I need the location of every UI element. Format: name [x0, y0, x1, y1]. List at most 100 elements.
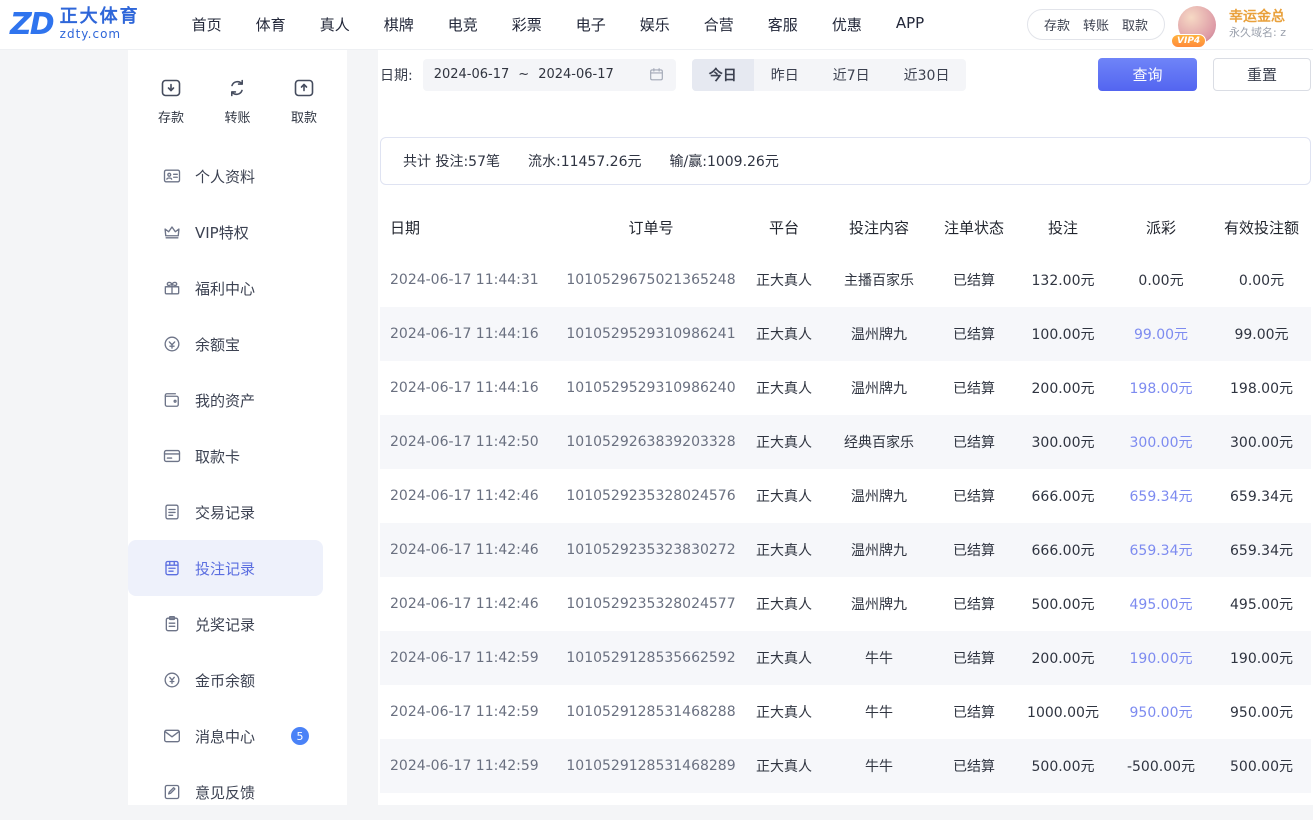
- wallet-link[interactable]: 转账: [1083, 15, 1109, 34]
- cell-date: 2024-06-17 11:42:59: [380, 650, 560, 666]
- search-button[interactable]: 查询: [1098, 58, 1197, 91]
- cell-order-number: 1010529128535662592: [560, 650, 742, 666]
- withdraw-icon: [292, 76, 316, 100]
- sidebar-menu-item[interactable]: 消息中心 5: [128, 708, 323, 764]
- cell-order-number: 1010529235328024576: [560, 488, 742, 504]
- menu-item-label: 消息中心: [195, 726, 255, 747]
- sidebar-menu-item[interactable]: VIP特权: [128, 204, 323, 260]
- list-icon: [162, 558, 182, 578]
- nav-item[interactable]: 电子: [576, 14, 606, 35]
- date-range-input[interactable]: 2024-06-17 ~ 2024-06-17: [423, 59, 676, 91]
- brand-name: 正大体育: [60, 7, 140, 28]
- cell-platform: 正大真人: [742, 594, 826, 614]
- cell-bet-content: 主播百家乐: [826, 270, 932, 290]
- cell-status: 已结算: [932, 702, 1016, 722]
- cell-date: 2024-06-17 11:42:59: [380, 758, 560, 774]
- date-range-button[interactable]: 近30日: [887, 59, 967, 91]
- vip-level-badge: VIP4: [1171, 34, 1206, 48]
- menu-item-label: 交易记录: [195, 502, 255, 523]
- nav-item[interactable]: 真人: [320, 14, 350, 35]
- coin-stack-icon: [162, 334, 182, 354]
- sidebar-menu: 个人资料 VIP特权 福利中心 余额宝 我的资产 取款卡 交易记录 投注记录: [128, 148, 347, 820]
- cell-bet-content: 温州牌九: [826, 324, 932, 344]
- sidebar-menu-item[interactable]: 投注记录: [128, 540, 323, 596]
- nav-item[interactable]: 首页: [192, 14, 222, 35]
- cell-date: 2024-06-17 11:44:31: [380, 272, 560, 288]
- cell-status: 已结算: [932, 594, 1016, 614]
- cell-order-number: 1010529235328024577: [560, 596, 742, 612]
- menu-item-label: 兑奖记录: [195, 614, 255, 635]
- nav-item[interactable]: APP: [896, 14, 924, 35]
- cell-bet-content: 温州牌九: [826, 378, 932, 398]
- nav-item[interactable]: 优惠: [832, 14, 862, 35]
- sidebar-quick-action[interactable]: 转账: [224, 76, 250, 126]
- cell-status: 已结算: [932, 756, 1016, 776]
- unread-count-badge: 5: [291, 727, 309, 745]
- date-filter-label: 日期:: [380, 65, 413, 85]
- quick-range-group: 今日 昨日 近7日 近30日: [692, 59, 967, 91]
- nav-item[interactable]: 合营: [704, 14, 734, 35]
- sidebar-menu-item[interactable]: 取款卡: [128, 428, 323, 484]
- nav-item[interactable]: 电竞: [448, 14, 478, 35]
- summary-stat: 共计 投注:57笔: [403, 151, 500, 171]
- cell-status: 已结算: [932, 378, 1016, 398]
- nav-item[interactable]: 娱乐: [640, 14, 670, 35]
- sidebar-menu-item[interactable]: 兑奖记录: [128, 596, 323, 652]
- sidebar-menu-item[interactable]: 福利中心: [128, 260, 323, 316]
- cell-bet-amount: 300.00元: [1016, 432, 1110, 452]
- sidebar-menu-item[interactable]: 金币余额: [128, 652, 323, 708]
- table-body: 2024-06-17 11:44:31 1010529675021365248 …: [380, 253, 1311, 793]
- cell-bet-content: 经典百家乐: [826, 432, 932, 452]
- table-header-cell: 投注内容: [826, 217, 932, 238]
- cell-order-number: 1010529675021365248: [560, 272, 742, 288]
- nav-item[interactable]: 客服: [768, 14, 798, 35]
- user-name[interactable]: 幸运金总: [1229, 8, 1299, 26]
- cell-platform: 正大真人: [742, 648, 826, 668]
- sidebar-menu-item[interactable]: 交易记录: [128, 484, 323, 540]
- date-range-button[interactable]: 近7日: [816, 59, 887, 91]
- date-range-button[interactable]: 今日: [692, 59, 754, 91]
- table-row: 2024-06-17 11:42:59 1010529128535662592 …: [380, 631, 1311, 685]
- sidebar-menu-item[interactable]: 我的资产: [128, 372, 323, 428]
- cell-date: 2024-06-17 11:42:50: [380, 434, 560, 450]
- gift-icon: [162, 278, 182, 298]
- reset-button[interactable]: 重置: [1213, 58, 1311, 91]
- sidebar-menu-item[interactable]: 意见反馈: [128, 764, 323, 820]
- menu-item-label: 投注记录: [195, 558, 255, 579]
- summary-stat: 流水:11457.26元: [528, 151, 642, 171]
- table-row: 2024-06-17 11:42:59 1010529128531468289 …: [380, 739, 1311, 793]
- wallet-link[interactable]: 存款: [1044, 15, 1070, 34]
- brand-logo[interactable]: ZD 正大体育 zdty.com: [10, 7, 140, 42]
- table-header-cell: 日期: [380, 217, 560, 238]
- cell-payout: 495.00元: [1110, 594, 1212, 614]
- wallet-link[interactable]: 取款: [1122, 15, 1148, 34]
- sidebar-quick-action[interactable]: 取款: [291, 76, 317, 126]
- quick-action-label: 取款: [291, 107, 317, 126]
- cell-bet-amount: 500.00元: [1016, 594, 1110, 614]
- cell-valid-bet: 198.00元: [1212, 378, 1311, 398]
- quick-action-label: 转账: [224, 107, 250, 126]
- cell-platform: 正大真人: [742, 270, 826, 290]
- cell-bet-amount: 666.00元: [1016, 486, 1110, 506]
- menu-item-label: 我的资产: [195, 390, 255, 411]
- cell-valid-bet: 950.00元: [1212, 702, 1311, 722]
- date-from-value: 2024-06-17: [434, 67, 510, 82]
- avatar[interactable]: VIP4: [1178, 6, 1216, 44]
- nav-item[interactable]: 棋牌: [384, 14, 414, 35]
- nav-item[interactable]: 彩票: [512, 14, 542, 35]
- table-header-cell: 订单号: [560, 217, 742, 238]
- sidebar-menu-item[interactable]: 个人资料: [128, 148, 323, 204]
- table-row: 2024-06-17 11:44:16 1010529529310986240 …: [380, 361, 1311, 415]
- nav-item[interactable]: 体育: [256, 14, 286, 35]
- logo-mark-icon: ZD: [10, 7, 53, 42]
- menu-item-label: 余额宝: [195, 334, 240, 355]
- brand-domain: zdty.com: [60, 28, 140, 42]
- totals-summary: 共计 投注:57笔 流水:11457.26元 输/赢:1009.26元: [380, 137, 1311, 185]
- date-range-button[interactable]: 昨日: [754, 59, 816, 91]
- cell-date: 2024-06-17 11:42:46: [380, 542, 560, 558]
- cell-order-number: 1010529128531468289: [560, 758, 742, 774]
- sidebar-menu-item[interactable]: 余额宝: [128, 316, 323, 372]
- cell-status: 已结算: [932, 486, 1016, 506]
- sidebar-quick-action[interactable]: 存款: [158, 76, 184, 126]
- cell-status: 已结算: [932, 540, 1016, 560]
